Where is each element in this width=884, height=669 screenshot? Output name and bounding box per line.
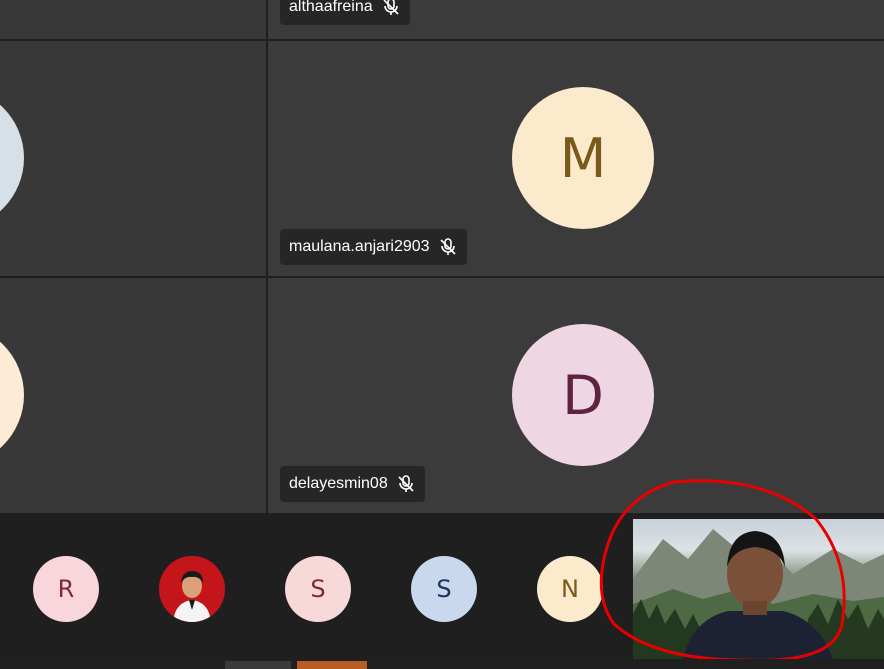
participant-avatar: [0, 324, 24, 466]
taskbar-item-active[interactable]: [297, 661, 367, 669]
participant-avatar-d: D: [512, 324, 654, 466]
strip-avatar-photo[interactable]: [159, 556, 225, 622]
video-tile-top-left[interactable]: [0, 0, 266, 39]
avatar-initial: R: [57, 575, 75, 603]
video-tile-top-right[interactable]: althaafreina: [268, 0, 884, 39]
participant-avatar: [0, 87, 24, 229]
participant-name-tag: delayesmin08: [280, 466, 425, 502]
video-tile-bottom-left[interactable]: [0, 278, 266, 513]
avatar-initial: S: [436, 575, 452, 603]
taskbar-item[interactable]: [225, 661, 291, 669]
participant-name-tag: maulana.anjari2903: [280, 229, 467, 265]
participant-name: delayesmin08: [289, 475, 388, 492]
profile-photo-icon: [159, 556, 225, 622]
avatar-initial: M: [559, 126, 607, 190]
video-tile-middle-left[interactable]: [0, 41, 266, 276]
participant-name: althaafreina: [289, 0, 373, 15]
avatar-initial: S: [310, 575, 326, 603]
mic-off-icon: [398, 475, 414, 492]
strip-avatar-s2[interactable]: S: [411, 556, 477, 622]
strip-avatar-s1[interactable]: S: [285, 556, 351, 622]
annotation-circle: [599, 479, 846, 662]
participant-name: maulana.anjari2903: [289, 238, 430, 255]
taskbar: [0, 659, 884, 669]
avatar-initial: N: [561, 575, 579, 603]
participant-name-tag: althaafreina: [280, 0, 410, 25]
strip-avatar-r[interactable]: R: [33, 556, 99, 622]
participant-avatar-m: M: [512, 87, 654, 229]
video-tile-middle-right[interactable]: M maulana.anjari2903: [268, 41, 884, 276]
mic-off-icon: [383, 0, 399, 15]
mic-off-icon: [439, 238, 456, 255]
avatar-initial: D: [562, 363, 604, 427]
